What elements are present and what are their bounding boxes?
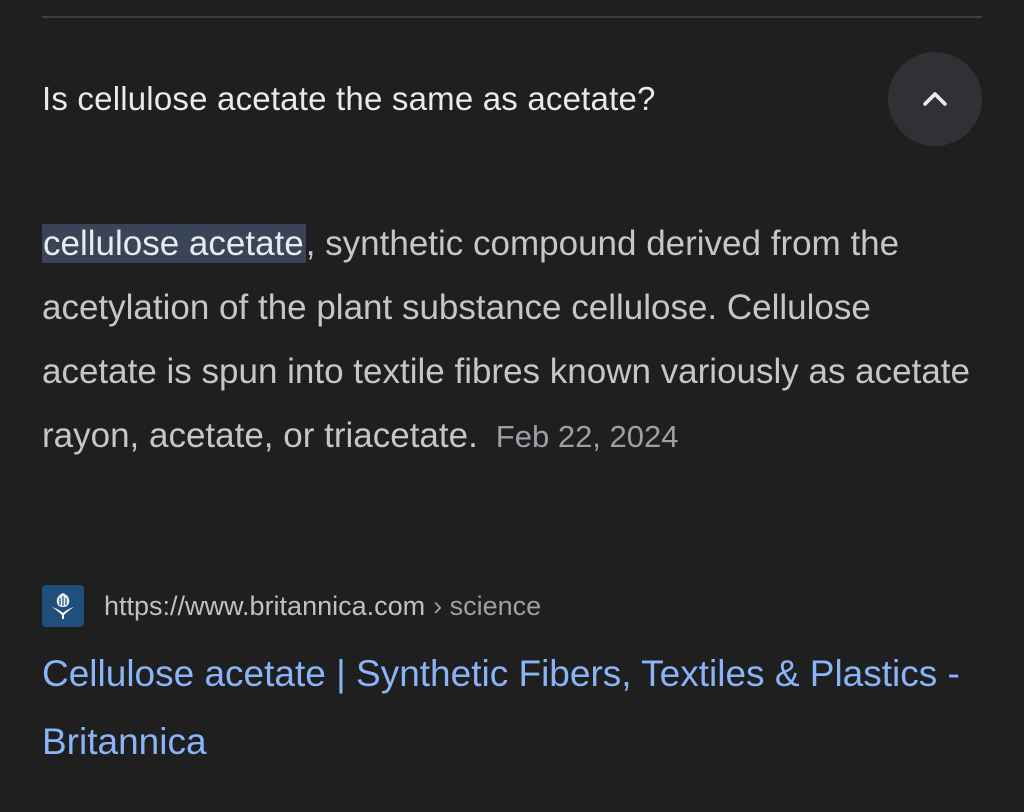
chevron-up-icon xyxy=(923,92,947,106)
answer-date: Feb 22, 2024 xyxy=(495,419,679,454)
breadcrumb-path: science xyxy=(449,590,542,621)
highlighted-term: cellulose acetate xyxy=(42,224,306,263)
breadcrumb-separator: › xyxy=(433,590,443,621)
answer-snippet: cellulose acetate, synthetic compound de… xyxy=(42,212,972,469)
result-title-link[interactable]: Cellulose acetate | Synthetic Fibers, Te… xyxy=(42,640,972,776)
collapse-button[interactable] xyxy=(888,52,982,146)
source-row[interactable]: https://www.britannica.com › science xyxy=(42,584,541,628)
source-url: https://www.britannica.com xyxy=(104,590,426,621)
source-breadcrumb: › science xyxy=(433,591,541,622)
faq-question-text: Is cellulose acetate the same as acetate… xyxy=(42,80,656,117)
faq-question-row[interactable]: Is cellulose acetate the same as acetate… xyxy=(42,52,982,146)
britannica-logo-icon xyxy=(42,585,84,627)
section-divider xyxy=(42,16,982,18)
